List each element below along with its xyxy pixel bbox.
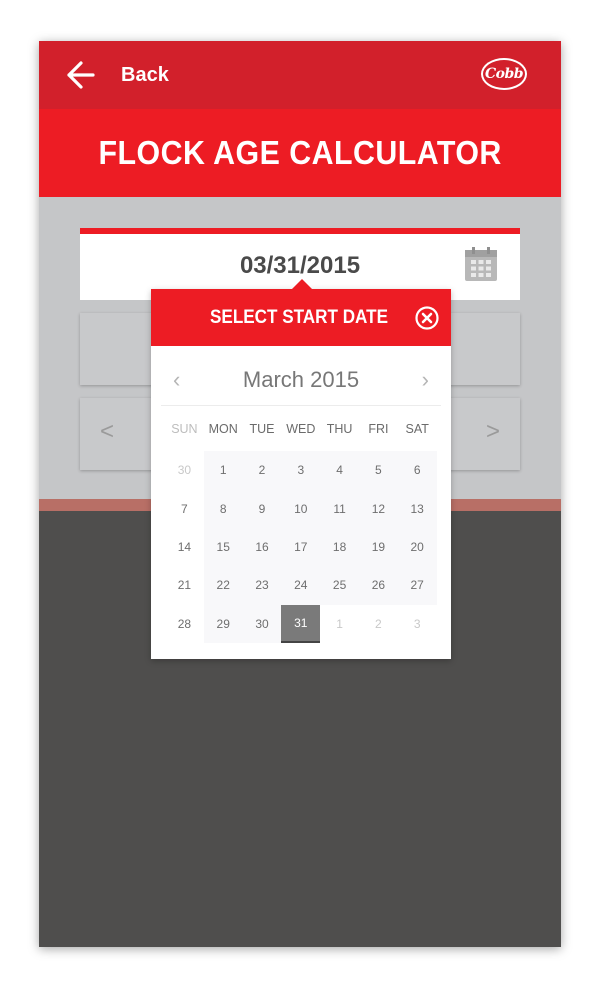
calendar-day[interactable]: 30 [165,451,204,490]
calendar-day[interactable]: 11 [320,489,359,528]
calendar-day[interactable]: 10 [281,489,321,528]
month-label: March 2015 [242,367,360,392]
calendar-day[interactable]: 28 [165,604,204,643]
title-band: FLOCK AGE CALCULATOR [39,109,561,197]
logo-text: Cobb [483,60,525,88]
calendar-day[interactable]: 2 [242,451,282,490]
calendar-day[interactable]: 12 [358,489,398,528]
start-date-value: 03/31/2015 [239,252,361,279]
calendar-day[interactable]: 19 [358,527,398,567]
calendar-day[interactable]: 15 [203,527,243,567]
calendar-day[interactable]: 24 [281,566,321,605]
calendar-day[interactable]: 8 [203,489,243,528]
date-picker-popup: SELECT START DATE ‹ March 2015 › SUN MON… [151,279,451,659]
calendar-day[interactable]: 3 [397,604,437,643]
back-arrow-icon [67,61,95,89]
picker-header: SELECT START DATE [151,289,451,346]
calendar-day[interactable]: 27 [397,566,437,605]
calendar-day[interactable]: 21 [165,566,204,605]
back-label: Back [121,63,169,86]
calendar-grid: 30 1 2 3 4 5 6 7 8 9 10 11 12 13 14 15 1… [165,451,437,643]
week-prev-button[interactable]: < [100,418,114,446]
picker-notch [292,279,312,289]
weekday-label: SUN [171,422,198,436]
calendar-day[interactable]: 4 [320,451,359,490]
calendar-day[interactable]: 1 [320,604,359,643]
app-screen: Back Cobb FLOCK AGE CALCULATOR 03/31/201… [39,41,561,947]
calendar-day[interactable]: 9 [242,489,282,528]
close-circle-icon[interactable] [415,306,439,330]
calendar-day[interactable]: 17 [281,527,321,567]
weekday-label: FRI [368,422,389,436]
calendar-day[interactable]: 3 [281,451,321,490]
weekday-header: SUN MON TUE WED THU FRI SAT [165,422,437,442]
calendar-day[interactable]: 2 [358,604,398,643]
calendar-day[interactable]: 26 [358,566,398,605]
top-bar: Back Cobb [39,41,561,109]
picker-title: SELECT START DATE [210,307,388,328]
calendar-day[interactable]: 13 [397,489,437,528]
calendar-day[interactable]: 14 [165,527,204,567]
calendar-day[interactable]: 23 [242,566,282,605]
weekday-label: THU [326,422,353,436]
cobb-logo: Cobb [481,58,527,90]
back-button[interactable]: Back [61,55,169,95]
calendar-day[interactable]: 20 [397,527,437,567]
calendar-day[interactable]: 6 [397,451,437,490]
chevron-right-icon[interactable]: › [422,367,429,393]
calendar-day[interactable]: 7 [165,489,204,528]
calendar-day[interactable]: 1 [203,451,243,490]
month-navigation: ‹ March 2015 › [161,361,441,406]
page-title: FLOCK AGE CALCULATOR [98,134,502,171]
calendar-day[interactable]: 30 [242,604,282,643]
calendar-day[interactable]: 25 [320,566,359,605]
weekday-label: MON [208,422,238,436]
calendar-day[interactable]: 16 [242,527,282,567]
calendar-day[interactable]: 5 [358,451,398,490]
calendar-day[interactable]: 29 [203,604,243,643]
calendar-icon[interactable] [464,246,498,282]
calendar-day[interactable]: 18 [320,527,359,567]
weekday-label: WED [286,422,316,436]
week-next-button[interactable]: > [486,418,500,446]
calendar-day-selected[interactable]: 31 [281,604,321,643]
weekday-label: SAT [405,422,429,436]
calendar-day[interactable]: 22 [203,566,243,605]
weekday-label: TUE [249,422,275,436]
